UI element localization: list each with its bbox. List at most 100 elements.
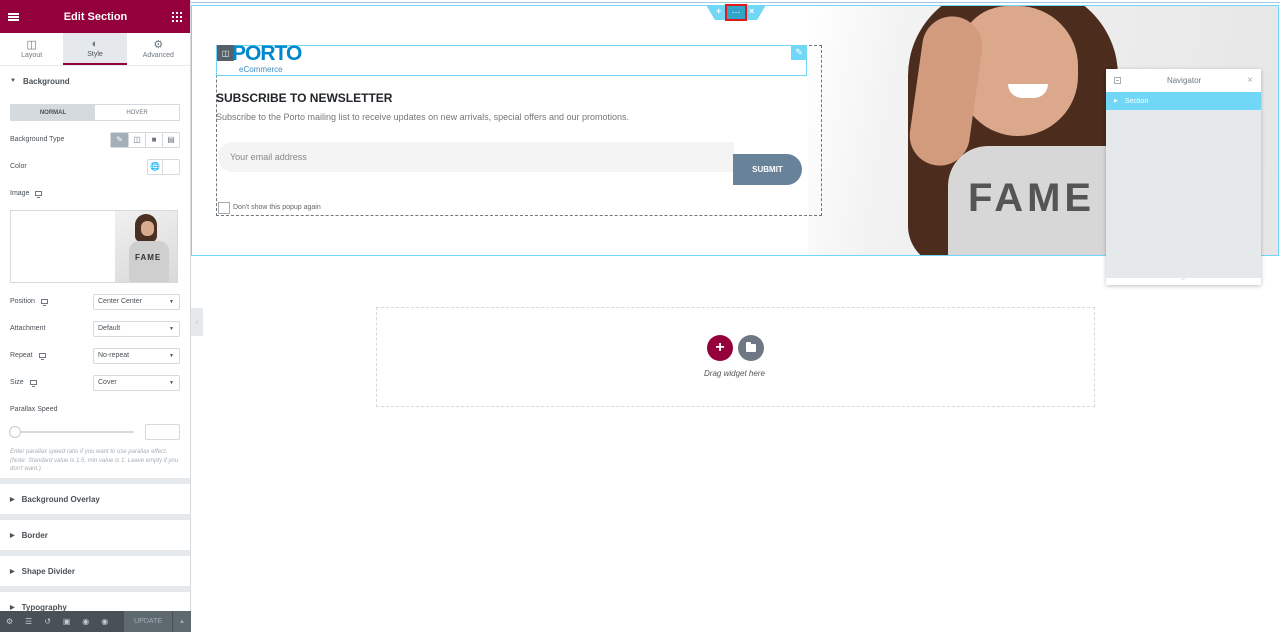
caret-right-icon[interactable]: ▶ bbox=[1114, 98, 1118, 104]
color-label: Color bbox=[10, 163, 27, 170]
border-toggle[interactable]: ▶ Border bbox=[0, 520, 190, 550]
classic-brush-icon[interactable]: ✎ bbox=[111, 132, 128, 147]
panel-title: Edit Section bbox=[63, 10, 128, 23]
edit-pencil-icon[interactable]: ✎ bbox=[791, 45, 807, 60]
chevron-down-icon: ▼ bbox=[169, 298, 174, 305]
dont-show-label: Don't show this popup again bbox=[233, 204, 321, 211]
size-label: Size bbox=[10, 379, 24, 386]
tab-advanced[interactable]: ⚙ Advanced bbox=[127, 33, 190, 65]
panel-header: Edit Section bbox=[0, 0, 190, 33]
layers-icon[interactable]: ☰ bbox=[19, 617, 38, 626]
slideshow-icon[interactable]: ▤ bbox=[162, 132, 179, 147]
desktop-icon[interactable] bbox=[40, 299, 48, 306]
repeat-row: Repeat No-repeat ▼ bbox=[10, 347, 180, 364]
position-label: Position bbox=[10, 298, 35, 305]
image-preview[interactable]: FAME bbox=[10, 210, 178, 283]
background-type-switch: ✎ ◫ ■ ▤ bbox=[110, 131, 180, 148]
update-button[interactable]: UPDATE bbox=[124, 611, 172, 632]
caret-right-icon: ▶ bbox=[10, 496, 15, 503]
position-value: Center Center bbox=[98, 298, 142, 305]
settings-icon[interactable]: ⚙ bbox=[0, 617, 19, 626]
widgets-grid-icon[interactable] bbox=[172, 11, 182, 22]
add-template-button[interactable] bbox=[738, 335, 764, 361]
slider-handle[interactable] bbox=[9, 426, 21, 438]
desktop-icon[interactable] bbox=[38, 353, 46, 360]
submit-button[interactable]: SUBMIT bbox=[733, 154, 802, 185]
chevron-up-icon[interactable]: ▲ bbox=[171, 611, 191, 632]
shape-divider-toggle[interactable]: ▶ Shape Divider bbox=[0, 556, 190, 586]
desktop-icon[interactable] bbox=[35, 191, 43, 198]
size-select[interactable]: Cover ▼ bbox=[93, 374, 180, 391]
navigator-item-label: Section bbox=[1124, 97, 1149, 105]
color-swatch[interactable] bbox=[163, 158, 180, 175]
parallax-control bbox=[9, 424, 180, 440]
navigator-header[interactable]: Navigator × bbox=[1106, 69, 1261, 92]
repeat-select[interactable]: No-repeat ▼ bbox=[93, 347, 180, 364]
logo: PORTO bbox=[232, 42, 302, 65]
background-type-row: Background Type ✎ ◫ ■ ▤ bbox=[10, 131, 180, 148]
empty-drop-zone[interactable] bbox=[376, 307, 1095, 407]
color-row: Color 🌐 bbox=[10, 158, 180, 175]
responsive-icon[interactable]: ▣ bbox=[57, 617, 76, 626]
canvas-top-border bbox=[191, 0, 1280, 3]
navigator-title: Navigator bbox=[1166, 76, 1202, 85]
history-icon[interactable]: ↺ bbox=[38, 617, 57, 626]
attachment-value: Default bbox=[98, 325, 121, 332]
parallax-help-text: Enter parallax speed ratio if you want t… bbox=[10, 449, 179, 472]
background-heading: Background bbox=[22, 76, 70, 86]
globe-icon[interactable]: 🌐 bbox=[147, 158, 163, 175]
repeat-label: Repeat bbox=[10, 352, 33, 359]
section-label: Background Overlay bbox=[21, 494, 100, 504]
panel-collapse-handle[interactable]: ‹ bbox=[191, 308, 203, 336]
drag-widget-hint: Drag widget here bbox=[704, 369, 765, 378]
layout-icon: ◫ bbox=[26, 39, 37, 51]
section-label: Shape Divider bbox=[21, 566, 75, 576]
parallax-input[interactable] bbox=[145, 424, 180, 440]
close-icon[interactable]: × bbox=[1247, 75, 1253, 86]
porto-icon[interactable]: ◉ bbox=[95, 617, 114, 626]
video-icon[interactable]: ■ bbox=[145, 132, 162, 147]
newsletter-title: SUBSCRIBE TO NEWSLETTER bbox=[216, 91, 393, 105]
caret-right-icon: ▶ bbox=[10, 532, 15, 539]
parallax-label: Parallax Speed bbox=[10, 406, 58, 413]
dont-show-checkbox[interactable] bbox=[218, 202, 230, 214]
tab-normal[interactable]: NORMAL bbox=[11, 105, 95, 120]
newsletter-description: Subscribe to the Porto mailing list to r… bbox=[216, 112, 630, 122]
size-row: Size Cover ▼ bbox=[10, 374, 180, 391]
tab-advanced-label: Advanced bbox=[142, 52, 174, 59]
section-drag-handle-icon[interactable]: ⋯ bbox=[725, 4, 747, 21]
gradient-icon[interactable]: ◫ bbox=[128, 132, 145, 147]
add-section-button[interactable]: + bbox=[707, 335, 733, 361]
background-section-toggle[interactable]: ▼ Background bbox=[0, 66, 190, 96]
gear-icon: ⚙ bbox=[153, 39, 164, 51]
close-icon[interactable]: × bbox=[749, 6, 754, 16]
parallax-slider[interactable] bbox=[9, 426, 134, 438]
attachment-select[interactable]: Default ▼ bbox=[93, 320, 180, 337]
editor-panel: Edit Section ◫ Layout ◐ Style ⚙ Advanced… bbox=[0, 0, 191, 632]
desktop-icon[interactable] bbox=[29, 380, 37, 387]
navigator-resize-handle[interactable]: ⋯ bbox=[1106, 277, 1261, 285]
background-controls: NORMAL HOVER Background Type ✎ ◫ ■ ▤ Col… bbox=[0, 96, 190, 478]
panel-tabs: ◫ Layout ◐ Style ⚙ Advanced bbox=[0, 33, 190, 66]
navigator-item-section[interactable]: ▶ Section bbox=[1106, 92, 1261, 110]
add-icon[interactable]: + bbox=[716, 6, 721, 16]
chevron-down-icon: ▼ bbox=[169, 352, 174, 359]
repeat-value: No-repeat bbox=[98, 352, 130, 359]
position-select[interactable]: Center Center ▼ bbox=[93, 293, 180, 310]
hero-shirt-print: FAME bbox=[968, 176, 1096, 220]
section-label: Border bbox=[21, 530, 48, 540]
navigator-panel: Navigator × ▶ Section ⋯ bbox=[1106, 69, 1261, 285]
preview-eye-icon[interactable]: ◉ bbox=[76, 617, 95, 626]
tab-layout[interactable]: ◫ Layout bbox=[0, 33, 63, 65]
background-overlay-toggle[interactable]: ▶ Background Overlay bbox=[0, 484, 190, 514]
tab-style[interactable]: ◐ Style bbox=[63, 33, 127, 65]
logo-subtitle: eCommerce bbox=[239, 65, 283, 74]
menu-icon[interactable] bbox=[8, 12, 19, 21]
email-input[interactable]: Your email address bbox=[218, 142, 734, 172]
attachment-row: Attachment Default ▼ bbox=[10, 320, 180, 337]
tab-hover[interactable]: HOVER bbox=[95, 105, 179, 120]
image-label: Image bbox=[10, 190, 30, 197]
chevron-down-icon: ▼ bbox=[169, 325, 174, 332]
minimize-icon[interactable] bbox=[1114, 77, 1121, 84]
logo-widget-outline[interactable] bbox=[216, 45, 807, 76]
